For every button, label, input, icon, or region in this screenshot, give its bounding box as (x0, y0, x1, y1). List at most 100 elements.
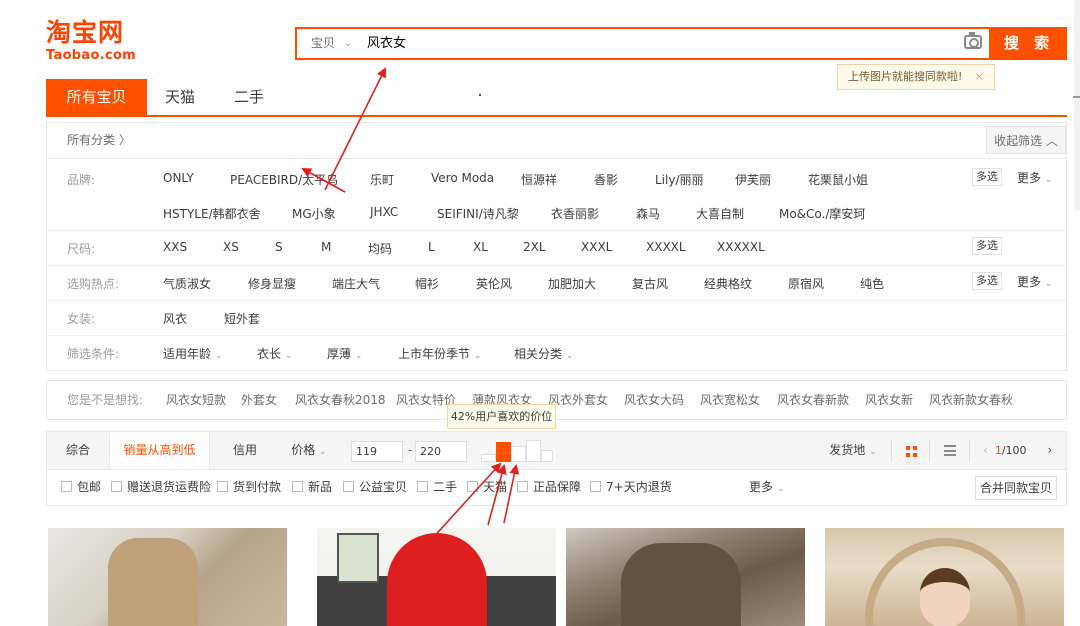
hot-option[interactable]: 加肥加大 (548, 275, 596, 292)
options-more[interactable]: 更多 ⌄ (749, 470, 785, 506)
condition-dropdown[interactable]: 厚薄 ⌄ (327, 345, 363, 362)
option-new[interactable]: 新品 (292, 470, 332, 504)
suggestion-link[interactable]: 风衣女春新款 (777, 381, 849, 419)
hot-option[interactable]: 端庄大气 (332, 275, 380, 292)
suggestion-link[interactable]: 风衣外套女 (548, 381, 608, 419)
condition-dropdown[interactable]: 适用年龄 ⌄ (163, 345, 223, 362)
option-tmall[interactable]: 天猫 (467, 470, 507, 504)
checkbox[interactable] (111, 481, 122, 492)
brand-option[interactable]: PEACEBIRD/太平鸟 (230, 171, 338, 188)
brand-option[interactable]: MG小象 (292, 205, 336, 222)
checkbox[interactable] (343, 481, 354, 492)
sort-by-sales[interactable]: 销量从高到低 (109, 432, 210, 469)
product-image[interactable] (48, 528, 287, 626)
sort-by-price[interactable]: 价格 ⌄ (281, 432, 337, 469)
more-button[interactable]: 更多 ⌄ (1017, 169, 1053, 186)
sort-by-credit[interactable]: 信用 (217, 432, 273, 469)
hot-option[interactable]: 帽衫 (415, 275, 439, 292)
tab-all-items[interactable]: 所有宝贝 (46, 79, 147, 115)
suggestion-link[interactable]: 风衣宽松女 (700, 381, 760, 419)
option-second-hand[interactable]: 二手 (417, 470, 457, 504)
size-option[interactable]: XXXL (581, 240, 612, 254)
brand-option[interactable]: 伊芙丽 (735, 171, 771, 188)
suggestion-link[interactable]: 风衣女新 (865, 381, 913, 419)
brand-option[interactable]: 花栗鼠小姐 (808, 171, 868, 188)
suggestion-link[interactable]: 风衣新款女春秋 (929, 381, 1013, 419)
search-input[interactable] (361, 29, 961, 58)
ship-from-dropdown[interactable]: 发货地 ⌄ (823, 432, 883, 469)
search-type-select[interactable]: 宝贝 ⌄ (297, 29, 361, 58)
brand-option[interactable]: 衣香丽影 (551, 205, 599, 222)
merge-same-items-button[interactable]: 合并同款宝贝 (975, 476, 1057, 500)
suggestion-link[interactable]: 外套女 (241, 381, 277, 419)
option-cash-on-delivery[interactable]: 货到付款 (217, 470, 281, 504)
brand-option[interactable]: Mo&Co./摩安珂 (779, 205, 865, 222)
tab-second-hand[interactable]: 二手 (223, 79, 275, 115)
option-genuine[interactable]: 正品保障 (517, 470, 581, 504)
brand-option[interactable]: 香影 (594, 171, 618, 188)
prev-page-icon[interactable]: ‹ (983, 443, 988, 457)
brand-option[interactable]: Vero Moda (431, 171, 494, 185)
brand-option[interactable]: JHXC (370, 205, 398, 219)
collapse-filter-button[interactable]: 收起筛选 ︿ (986, 126, 1066, 154)
multi-select-button[interactable]: 多选 (972, 272, 1002, 290)
more-button[interactable]: 更多 ⌄ (1017, 273, 1053, 290)
grid-view-icon[interactable] (906, 446, 917, 457)
brand-option[interactable]: 恒源祥 (521, 171, 557, 188)
brand-option[interactable]: 乐町 (370, 171, 394, 188)
price-max-input[interactable] (415, 441, 467, 462)
option-7day-return[interactable]: 7+天内退货 (590, 470, 672, 504)
price-range-bar[interactable] (481, 454, 496, 462)
tab-tmall[interactable]: 天猫 (154, 79, 206, 115)
checkbox[interactable] (417, 481, 428, 492)
suggestion-link[interactable]: 风衣女短款 (166, 381, 226, 419)
size-option[interactable]: S (275, 240, 283, 254)
price-range-bar[interactable] (541, 450, 553, 462)
search-button[interactable]: 搜 索 (991, 27, 1067, 60)
price-range-bar[interactable] (526, 440, 541, 462)
size-option[interactable]: XL (473, 240, 488, 254)
price-range-bar-selected[interactable] (496, 442, 511, 462)
multi-select-button[interactable]: 多选 (972, 168, 1002, 186)
brand-option[interactable]: 森马 (636, 205, 660, 222)
size-option[interactable]: XXXXL (646, 240, 686, 254)
size-option[interactable]: XXS (163, 240, 187, 254)
size-option[interactable]: L (428, 240, 435, 254)
condition-dropdown[interactable]: 上市年份季节 ⌄ (398, 345, 482, 362)
list-view-icon[interactable] (944, 445, 956, 456)
next-page-icon[interactable]: › (1048, 443, 1053, 457)
checkbox[interactable] (61, 481, 72, 492)
brand-option[interactable]: Lily/丽丽 (655, 171, 704, 188)
hot-option[interactable]: 英伦风 (476, 275, 512, 292)
option-return-insurance[interactable]: 赠送退货运费险 (111, 470, 211, 504)
option-charity[interactable]: 公益宝贝 (343, 470, 407, 504)
option-free-shipping[interactable]: 包邮 (61, 470, 101, 504)
size-option[interactable]: M (321, 240, 331, 254)
camera-icon[interactable] (964, 32, 982, 49)
checkbox[interactable] (292, 481, 303, 492)
all-categories-link[interactable]: 所有分类 〉 (67, 123, 131, 158)
size-option[interactable]: 均码 (368, 240, 392, 257)
suggestion-link[interactable]: 风衣女大码 (624, 381, 684, 419)
hot-option[interactable]: 经典格纹 (704, 275, 752, 292)
women-option[interactable]: 短外套 (224, 310, 260, 327)
checkbox[interactable] (517, 481, 528, 492)
multi-select-button[interactable]: 多选 (972, 237, 1002, 255)
suggestion-link[interactable]: 风衣女春秋2018 (295, 381, 386, 419)
hot-option[interactable]: 原宿风 (788, 275, 824, 292)
women-option[interactable]: 风衣 (163, 310, 187, 327)
brand-option[interactable]: SEIFINI/诗凡黎 (437, 205, 519, 222)
hot-option[interactable]: 复古风 (632, 275, 668, 292)
condition-dropdown[interactable]: 衣长 ⌄ (257, 345, 293, 362)
checkbox[interactable] (590, 481, 601, 492)
taobao-logo[interactable]: 淘宝网 Taobao.com (46, 18, 156, 68)
brand-option[interactable]: HSTYLE/韩都衣舍 (163, 205, 261, 222)
hot-option[interactable]: 气质淑女 (163, 275, 211, 292)
product-image[interactable] (825, 528, 1064, 626)
price-range-bar[interactable] (511, 446, 526, 462)
product-image[interactable] (566, 528, 805, 626)
size-option[interactable]: XS (223, 240, 239, 254)
brand-option[interactable]: 大喜自制 (696, 205, 744, 222)
price-min-input[interactable] (351, 441, 403, 462)
hot-option[interactable]: 纯色 (860, 275, 884, 292)
